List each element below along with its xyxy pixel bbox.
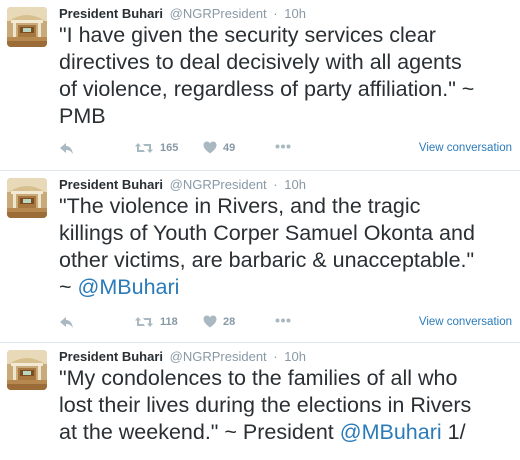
view-conversation-link[interactable]: View conversation — [419, 142, 512, 154]
heart-icon — [203, 141, 217, 154]
avatar[interactable] — [7, 350, 47, 390]
like-button[interactable]: 28 — [203, 315, 235, 328]
author-name[interactable]: President Buhari — [59, 6, 163, 21]
author-handle[interactable]: @NGRPresident — [170, 349, 267, 364]
retweet-icon — [135, 143, 153, 153]
more-button[interactable] — [275, 144, 291, 149]
author-handle[interactable]: @NGRPresident — [170, 6, 267, 21]
reply-button[interactable] — [59, 141, 75, 155]
tweet-actions: 118 28 View conversation — [59, 315, 515, 335]
tweet-text-tail: 1/ — [441, 420, 466, 444]
mention-link[interactable]: @MBuhari — [340, 420, 442, 444]
avatar[interactable] — [7, 7, 47, 47]
tweet-header: President Buhari @NGRPresident · 10h — [59, 349, 306, 365]
separator: · — [273, 6, 278, 21]
separator: · — [273, 349, 278, 364]
author-name[interactable]: President Buhari — [59, 349, 163, 364]
reply-icon — [60, 143, 73, 154]
heart-icon — [203, 315, 217, 328]
more-icon — [275, 318, 291, 323]
retweet-icon — [135, 317, 153, 327]
like-count: 49 — [223, 141, 236, 154]
reply-button[interactable] — [59, 315, 75, 329]
more-button[interactable] — [275, 318, 291, 323]
timestamp[interactable]: 10h — [284, 349, 306, 364]
tweet-actions: 165 49 View conversation — [59, 141, 515, 161]
tweet-header: President Buhari @NGRPresident · 10h — [59, 177, 306, 193]
retweet-count: 118 — [160, 316, 178, 328]
avatar[interactable] — [7, 178, 47, 218]
tweet-text: "The violence in Rivers, and the tragic … — [59, 193, 515, 301]
author-handle[interactable]: @NGRPresident — [170, 177, 267, 192]
tweet[interactable]: President Buhari @NGRPresident · 10h "I … — [0, 0, 520, 171]
retweet-count: 165 — [160, 142, 179, 154]
tweet[interactable]: President Buhari @NGRPresident · 10h "My… — [0, 343, 520, 460]
like-count: 28 — [223, 315, 236, 328]
mention-link[interactable]: @MBuhari — [78, 275, 180, 299]
timestamp[interactable]: 10h — [284, 6, 306, 21]
tweet-text: "My condolences to the families of all w… — [59, 365, 515, 446]
like-button[interactable]: 49 — [203, 141, 235, 154]
view-conversation-link[interactable]: View conversation — [419, 316, 512, 328]
retweet-button[interactable]: 165 — [134, 141, 178, 155]
timestamp[interactable]: 10h — [284, 177, 306, 192]
separator: · — [273, 177, 278, 192]
avatar-photo — [7, 7, 47, 47]
retweet-button[interactable]: 118 — [134, 315, 178, 329]
tweet-header: President Buhari @NGRPresident · 10h — [59, 6, 306, 22]
tweet[interactable]: President Buhari @NGRPresident · 10h "Th… — [0, 171, 520, 343]
avatar-photo — [7, 350, 47, 390]
tweet-text: "I have given the security services clea… — [59, 23, 475, 128]
more-icon — [275, 144, 291, 149]
avatar-photo — [7, 178, 47, 218]
author-name[interactable]: President Buhari — [59, 177, 163, 192]
reply-icon — [60, 317, 73, 328]
